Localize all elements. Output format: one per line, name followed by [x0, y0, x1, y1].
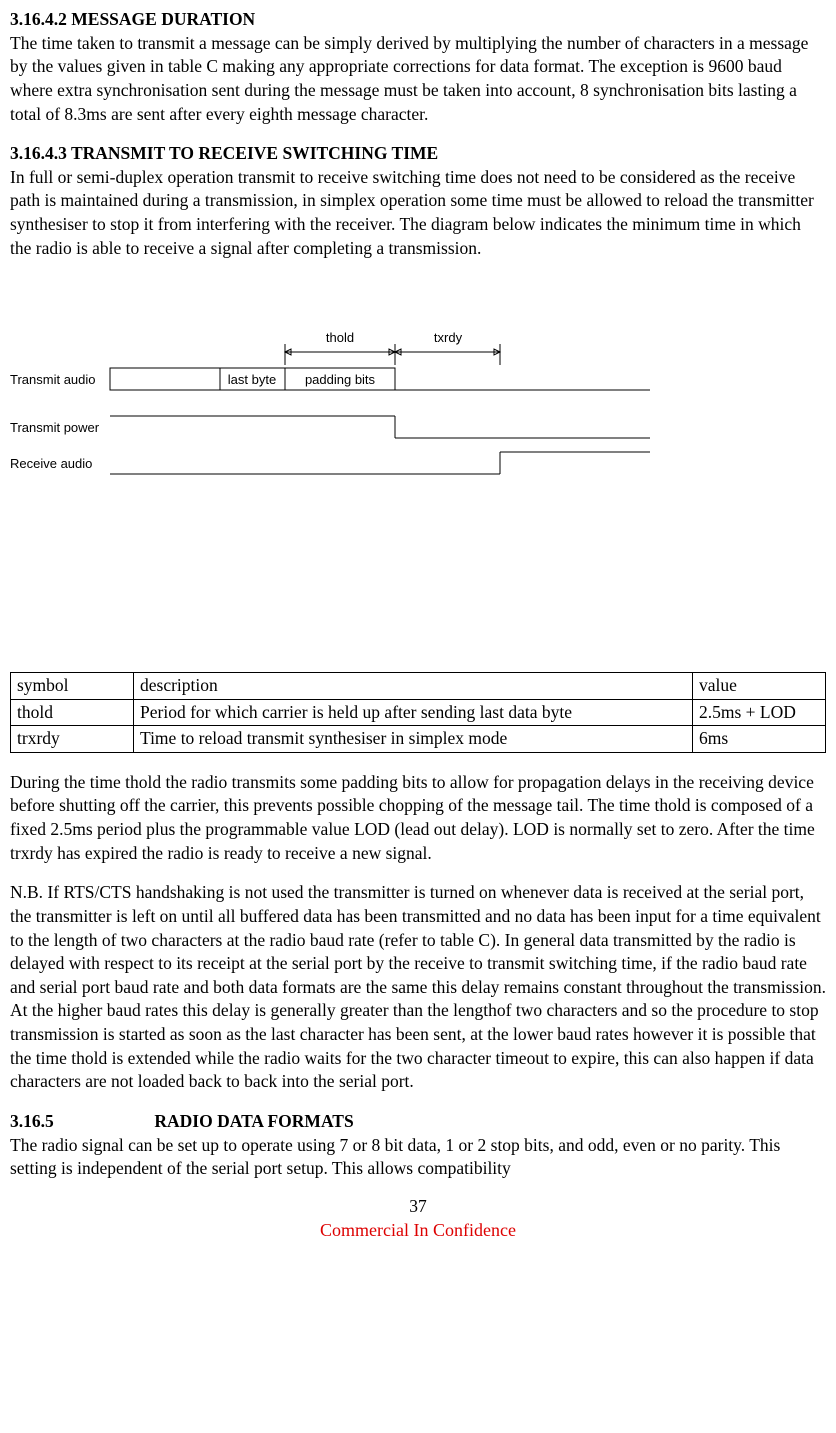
body-text: The time taken to transmit a message can… [10, 33, 808, 124]
page-number: 37 [409, 1196, 427, 1216]
header-value: value [693, 672, 826, 699]
heading-3-16-5: 3.16.5 RADIO DATA FORMATS [10, 1111, 354, 1131]
cell-symbol: trxrdy [11, 726, 134, 753]
heading-3-16-4-3: 3.16.4.3 TRANSMIT TO RECEIVE SWITCHING T… [10, 143, 438, 163]
page-footer: 37 Commercial In Confidence [10, 1195, 826, 1243]
heading-number: 3.16.4.3 [10, 143, 67, 163]
heading-number: 3.16.5 [10, 1110, 150, 1134]
heading-title: TRANSMIT TO RECEIVE SWITCHING TIME [71, 143, 438, 163]
heading-number: 3.16.4.2 [10, 9, 67, 29]
confidentiality-label: Commercial In Confidence [320, 1220, 516, 1240]
heading-3-16-4-2: 3.16.4.2 MESSAGE DURATION [10, 9, 255, 29]
header-description: description [134, 672, 693, 699]
cell-value: 2.5ms + LOD [693, 699, 826, 726]
cell-symbol: thold [11, 699, 134, 726]
segment-last-byte: last byte [228, 372, 276, 387]
label-thold: thold [326, 330, 354, 345]
heading-title: RADIO DATA FORMATS [154, 1111, 353, 1131]
label-txrdy: txrdy [434, 330, 463, 345]
paragraph-rts-cts-note: N.B. If RTS/CTS handshaking is not used … [10, 881, 826, 1094]
table-row: thold Period for which carrier is held u… [11, 699, 826, 726]
body-text: The radio signal can be set up to operat… [10, 1135, 780, 1179]
section-transmit-receive-switching: 3.16.4.3 TRANSMIT TO RECEIVE SWITCHING T… [10, 142, 826, 260]
paragraph-thold-explanation: During the time thold the radio transmit… [10, 771, 826, 866]
timing-diagram: thold txrdy Transmit audio last byte pad… [10, 330, 826, 512]
timing-symbols-table: symbol description value thold Period fo… [10, 672, 826, 753]
table-header-row: symbol description value [11, 672, 826, 699]
cell-description: Time to reload transmit synthesiser in s… [134, 726, 693, 753]
row-label-tx-power: Transmit power [10, 420, 100, 435]
section-message-duration: 3.16.4.2 MESSAGE DURATION The time taken… [10, 8, 826, 126]
header-symbol: symbol [11, 672, 134, 699]
heading-title: MESSAGE DURATION [71, 9, 255, 29]
cell-value: 6ms [693, 726, 826, 753]
cell-description: Period for which carrier is held up afte… [134, 699, 693, 726]
table-row: trxrdy Time to reload transmit synthesis… [11, 726, 826, 753]
row-label-rx-audio: Receive audio [10, 456, 92, 471]
segment-padding-bits: padding bits [305, 372, 376, 387]
section-radio-data-formats: 3.16.5 RADIO DATA FORMATS The radio sign… [10, 1110, 826, 1181]
row-label-tx-audio: Transmit audio [10, 372, 96, 387]
body-text: In full or semi-duplex operation transmi… [10, 167, 814, 258]
